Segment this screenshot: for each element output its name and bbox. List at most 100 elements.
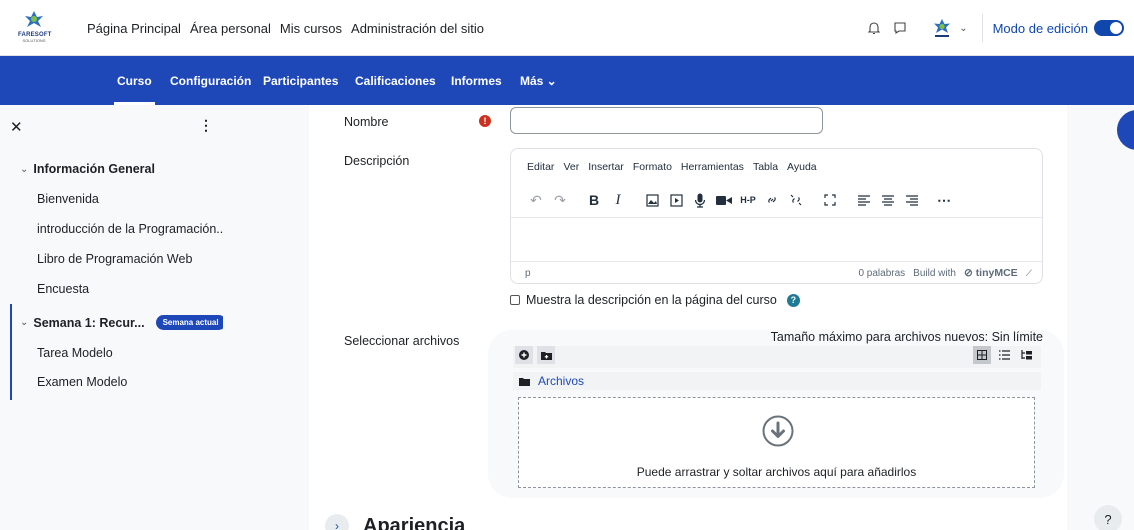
bold-icon[interactable]: B [583, 189, 605, 211]
video-camera-icon[interactable] [713, 189, 735, 211]
course-index-drawer: ✕ ⋮ ⌄ Información General Bienvenida int… [0, 105, 227, 530]
section-general-info[interactable]: ⌄ Información General [20, 162, 155, 176]
appearance-title: Apariencia [363, 514, 466, 530]
tab-reports[interactable]: Informes [451, 56, 502, 105]
element-path[interactable]: p [525, 268, 531, 279]
course-index-link[interactable]: Tarea Modelo [37, 346, 113, 360]
divider [981, 14, 983, 42]
menu-help[interactable]: Ayuda [787, 161, 817, 173]
section-label: Información General [33, 162, 155, 176]
tab-grades[interactable]: Calificaciones [355, 56, 436, 105]
name-input[interactable] [510, 107, 823, 134]
show-description-option: Muestra la descripción en la página del … [510, 293, 800, 307]
appearance-section-header[interactable]: › Apariencia [325, 514, 465, 530]
course-index-link[interactable]: Bienvenida [37, 192, 99, 206]
resize-handle-icon[interactable]: ⟋ [1026, 268, 1032, 279]
undo-icon[interactable]: ↶ [525, 189, 547, 211]
menu-insert[interactable]: Insertar [588, 161, 624, 173]
user-avatar [934, 19, 951, 37]
align-right-icon[interactable] [901, 189, 923, 211]
course-index-link[interactable]: introducción de la Programación... [37, 222, 227, 236]
fullscreen-icon[interactable] [819, 189, 841, 211]
max-file-size: Tamaño máximo para archivos nuevos: Sin … [770, 330, 1043, 344]
show-description-checkbox[interactable] [510, 295, 520, 305]
create-folder-icon[interactable] [537, 346, 555, 364]
course-index-link[interactable]: Examen Modelo [37, 375, 127, 389]
dropzone-message: Puede arrastrar y soltar archivos aquí p… [636, 465, 917, 479]
close-icon[interactable]: ✕ [10, 118, 23, 136]
current-week-badge: Semana actual [155, 315, 226, 330]
chevron-right-icon[interactable]: › [325, 514, 349, 530]
messages-chat-icon[interactable] [889, 17, 911, 39]
nav-site-admin[interactable]: Administración del sitio [351, 21, 484, 36]
menu-table[interactable]: Tabla [753, 161, 778, 173]
align-left-icon[interactable] [853, 189, 875, 211]
menu-edit[interactable]: Editar [527, 161, 554, 173]
user-menu[interactable]: ⌄ [931, 17, 968, 39]
more-options-icon[interactable]: ⋯ [933, 189, 955, 211]
file-dropzone[interactable]: Puede arrastrar y soltar archivos aquí p… [518, 397, 1035, 488]
folder-name[interactable]: Archivos [538, 374, 584, 388]
link-icon[interactable] [761, 189, 783, 211]
section-week-1[interactable]: ⌄ Semana 1: Recur... Semana actual [20, 315, 226, 330]
top-navbar: FARESOFT SOLUTIONS Página Principal Área… [0, 0, 1134, 56]
tinymce-brand: tinyMCE [975, 267, 1018, 279]
tab-participants[interactable]: Participantes [263, 56, 338, 105]
nav-home[interactable]: Página Principal [87, 21, 181, 36]
editor-statusbar: p 0 palabras Build with ⊘ tinyMCE ⟋ [511, 261, 1042, 284]
tab-course[interactable]: Curso [114, 56, 155, 105]
editor-body[interactable] [511, 218, 1042, 261]
logo-subtext: SOLUTIONS [22, 38, 46, 43]
course-index-link[interactable]: Libro de Programación Web [37, 252, 192, 266]
kebab-menu-icon[interactable]: ⋮ [199, 117, 213, 134]
h5p-icon[interactable]: H-P [737, 189, 759, 211]
filemanager-toolbar [513, 346, 1041, 368]
chevron-down-icon[interactable]: ⌄ [20, 164, 28, 175]
chevron-down-icon[interactable]: ⌄ [20, 317, 28, 328]
build-with-label: Build with [913, 267, 956, 279]
chevron-down-icon: ⌄ [959, 22, 968, 34]
menu-format[interactable]: Formato [633, 161, 672, 173]
image-icon[interactable] [641, 189, 663, 211]
tab-more[interactable]: Más ⌄ [520, 56, 557, 105]
section-label: Semana 1: Recur... [33, 315, 145, 330]
edit-mode-switch[interactable]: Modo de edición [993, 20, 1124, 36]
align-center-icon[interactable] [877, 189, 899, 211]
current-section-indicator [10, 304, 12, 400]
add-file-icon[interactable] [515, 346, 533, 364]
editor-menubar: Editar Ver Insertar Formato Herramientas… [527, 161, 817, 173]
course-index-link[interactable]: Encuesta [37, 282, 89, 296]
tinymce-editor: Editar Ver Insertar Formato Herramientas… [510, 148, 1043, 284]
word-count[interactable]: 0 palabras [858, 268, 905, 279]
faresoft-logo-icon [25, 11, 43, 27]
tab-settings[interactable]: Configuración [170, 56, 251, 105]
filemanager-path: Archivos [513, 372, 1041, 390]
description-label: Descripción [344, 154, 410, 168]
menu-view[interactable]: Ver [563, 161, 579, 173]
unlink-icon[interactable] [785, 189, 807, 211]
site-logo[interactable]: FARESOFT SOLUTIONS [18, 10, 51, 46]
navbar-right: ⌄ Modo de edición [863, 0, 1134, 56]
redo-icon[interactable]: ↷ [549, 189, 571, 211]
show-description-label[interactable]: Muestra la descripción en la página del … [526, 293, 777, 307]
italic-icon[interactable]: I [607, 189, 629, 211]
editor-toolbar: ↶ ↷ B I H-P ⋯ [525, 189, 957, 211]
course-secondary-navigation: Curso Configuración Participantes Califi… [0, 56, 1134, 105]
menu-tools[interactable]: Herramientas [681, 161, 744, 173]
view-tree-icon[interactable] [1017, 346, 1035, 364]
view-icons-icon[interactable] [973, 346, 991, 364]
notifications-bell-icon[interactable] [863, 17, 885, 39]
name-label: Nombre [344, 115, 389, 129]
media-icon[interactable] [665, 189, 687, 211]
primary-navigation: Página Principal Área personal Mis curso… [87, 0, 484, 56]
view-list-icon[interactable] [995, 346, 1013, 364]
microphone-icon[interactable] [689, 189, 711, 211]
help-floating-button[interactable]: ? [1094, 505, 1122, 530]
files-label: Seleccionar archivos [344, 334, 460, 348]
nav-dashboard[interactable]: Área personal [190, 21, 271, 36]
tinymce-logo-icon[interactable]: ⊘ tinyMCE [964, 267, 1018, 279]
edit-mode-toggle[interactable] [1094, 20, 1124, 36]
help-icon[interactable]: ? [786, 293, 800, 307]
download-arrow-icon [762, 415, 794, 447]
nav-my-courses[interactable]: Mis cursos [280, 21, 342, 36]
